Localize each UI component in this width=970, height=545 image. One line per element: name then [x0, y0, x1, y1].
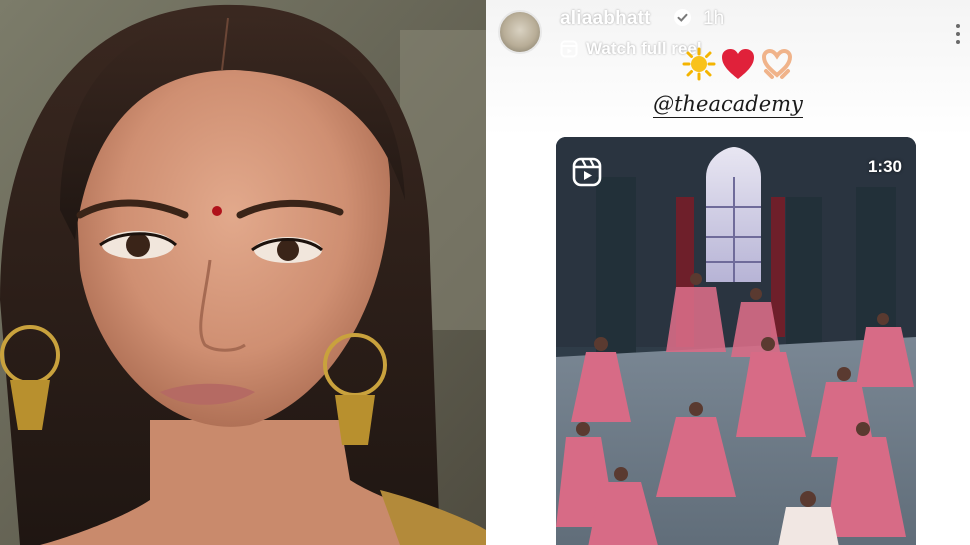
verified-badge-icon — [674, 9, 691, 26]
avatar[interactable] — [498, 10, 542, 54]
reels-icon — [572, 157, 602, 187]
red-heart-icon — [722, 49, 754, 79]
watch-full-reel-link[interactable]: Watch full reel — [560, 38, 702, 60]
instagram-story: aliaabhatt 1h Watch full reel @theacadem… — [486, 0, 970, 545]
username[interactable]: aliaabhatt — [560, 8, 651, 30]
portrait-photo — [0, 0, 486, 545]
more-options-icon[interactable] — [952, 22, 964, 46]
reel-duration: 1:30 — [867, 157, 902, 176]
sun-icon — [682, 47, 716, 81]
mention-text: @theacademy — [653, 92, 803, 118]
mention-sticker[interactable]: @theacademy — [486, 92, 970, 118]
reel-thumbnail — [556, 137, 916, 545]
story-time: 1h — [703, 8, 725, 29]
heart-hands-icon — [761, 48, 793, 79]
emoji-row — [682, 46, 794, 82]
reel-preview-card[interactable]: 1:30 — [556, 137, 916, 545]
reels-icon — [560, 40, 578, 58]
